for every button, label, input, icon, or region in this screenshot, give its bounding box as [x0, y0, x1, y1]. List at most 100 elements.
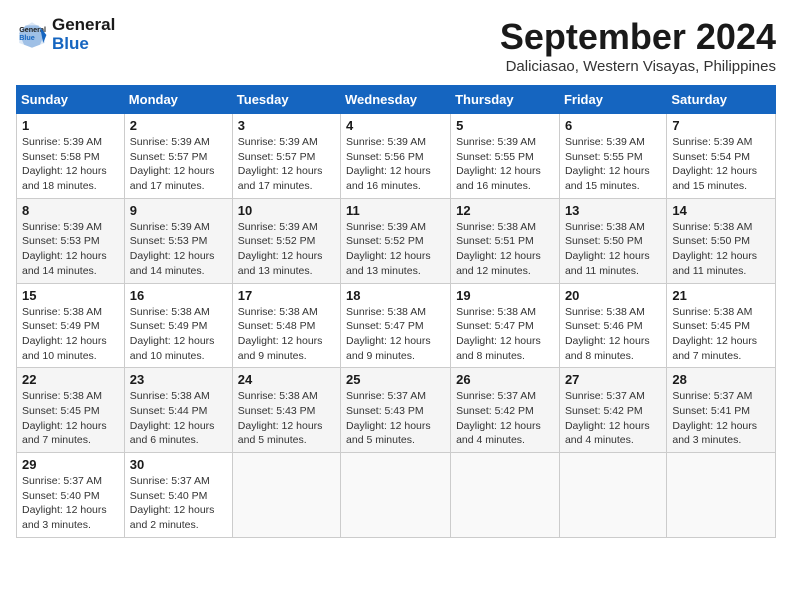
calendar-cell: 7Sunrise: 5:39 AMSunset: 5:54 PMDaylight…	[667, 114, 776, 199]
day-info: Sunrise: 5:39 AMSunset: 5:53 PMDaylight:…	[130, 220, 227, 279]
calendar-cell: 10 Sunrise: 5:39 AMSunset: 5:52 PMDayligh…	[232, 198, 340, 283]
day-info: Sunrise: 5:38 AMSunset: 5:45 PMDaylight:…	[672, 305, 770, 364]
day-number: 10	[238, 203, 335, 218]
day-info: Sunrise: 5:39 AMSunset: 5:56 PMDaylight:…	[346, 135, 445, 194]
day-number: 29	[22, 457, 119, 472]
day-number: 25	[346, 372, 445, 387]
day-number: 1	[22, 118, 119, 133]
day-number: 5	[456, 118, 554, 133]
page-header: General Blue General Blue September 2024…	[16, 16, 776, 75]
calendar-cell: 16Sunrise: 5:38 AMSunset: 5:49 PMDayligh…	[124, 283, 232, 368]
day-number: 23	[130, 372, 227, 387]
calendar-cell: 9 Sunrise: 5:39 AMSunset: 5:53 PMDaylight…	[124, 198, 232, 283]
day-info: Sunrise: 5:39 AMSunset: 5:55 PMDaylight:…	[456, 135, 554, 194]
calendar-cell: 2 Sunrise: 5:39 AMSunset: 5:57 PMDaylight…	[124, 114, 232, 199]
calendar-cell: 29 Sunrise: 5:37 AMSunset: 5:40 PMDayligh…	[17, 453, 125, 538]
day-number: 12	[456, 203, 554, 218]
calendar-cell	[341, 453, 451, 538]
day-info: Sunrise: 5:39 AMSunset: 5:52 PMDaylight:…	[238, 220, 335, 279]
month-title: September 2024	[500, 16, 776, 58]
day-number: 8	[22, 203, 119, 218]
day-number: 30	[130, 457, 227, 472]
calendar-header-row: Sunday Monday Tuesday Wednesday Thursday…	[17, 86, 776, 114]
calendar-cell: 22 Sunrise: 5:38 AMSunset: 5:45 PMDayligh…	[17, 368, 125, 453]
day-info: Sunrise: 5:38 AMSunset: 5:50 PMDaylight:…	[565, 220, 661, 279]
logo: General Blue General Blue	[16, 16, 115, 53]
day-number: 18	[346, 288, 445, 303]
calendar-week-row: 29 Sunrise: 5:37 AMSunset: 5:40 PMDayligh…	[17, 453, 776, 538]
calendar-cell	[667, 453, 776, 538]
calendar-cell: 20Sunrise: 5:38 AMSunset: 5:46 PMDayligh…	[559, 283, 666, 368]
col-tuesday: Tuesday	[232, 86, 340, 114]
day-number: 3	[238, 118, 335, 133]
calendar-cell	[232, 453, 340, 538]
day-number: 20	[565, 288, 661, 303]
calendar-cell: 13 Sunrise: 5:38 AMSunset: 5:50 PMDayligh…	[559, 198, 666, 283]
title-area: September 2024 Daliciasao, Western Visay…	[500, 16, 776, 75]
day-info: Sunrise: 5:37 AMSunset: 5:42 PMDaylight:…	[565, 389, 661, 448]
day-info: Sunrise: 5:38 AMSunset: 5:50 PMDaylight:…	[672, 220, 770, 279]
day-number: 11	[346, 203, 445, 218]
day-number: 9	[130, 203, 227, 218]
calendar-week-row: 22 Sunrise: 5:38 AMSunset: 5:45 PMDayligh…	[17, 368, 776, 453]
day-number: 16	[130, 288, 227, 303]
day-info: Sunrise: 5:37 AMSunset: 5:43 PMDaylight:…	[346, 389, 445, 448]
calendar-cell: 11 Sunrise: 5:39 AMSunset: 5:52 PMDayligh…	[341, 198, 451, 283]
day-number: 4	[346, 118, 445, 133]
calendar-cell: 1 Sunrise: 5:39 AMSunset: 5:58 PMDaylight…	[17, 114, 125, 199]
calendar-cell: 18Sunrise: 5:38 AMSunset: 5:47 PMDayligh…	[341, 283, 451, 368]
day-number: 13	[565, 203, 661, 218]
day-info: Sunrise: 5:37 AMSunset: 5:42 PMDaylight:…	[456, 389, 554, 448]
day-number: 24	[238, 372, 335, 387]
day-info: Sunrise: 5:37 AMSunset: 5:40 PMDaylight:…	[130, 474, 227, 533]
day-number: 21	[672, 288, 770, 303]
calendar-cell: 4 Sunrise: 5:39 AMSunset: 5:56 PMDaylight…	[341, 114, 451, 199]
calendar-week-row: 1 Sunrise: 5:39 AMSunset: 5:58 PMDaylight…	[17, 114, 776, 199]
day-info: Sunrise: 5:37 AMSunset: 5:41 PMDaylight:…	[672, 389, 770, 448]
calendar-cell: 14Sunrise: 5:38 AMSunset: 5:50 PMDayligh…	[667, 198, 776, 283]
calendar-week-row: 15 Sunrise: 5:38 AMSunset: 5:49 PMDayligh…	[17, 283, 776, 368]
day-number: 27	[565, 372, 661, 387]
day-number: 28	[672, 372, 770, 387]
calendar-cell: 27 Sunrise: 5:37 AMSunset: 5:42 PMDayligh…	[559, 368, 666, 453]
day-number: 17	[238, 288, 335, 303]
day-info: Sunrise: 5:38 AMSunset: 5:43 PMDaylight:…	[238, 389, 335, 448]
calendar-week-row: 8 Sunrise: 5:39 AMSunset: 5:53 PMDaylight…	[17, 198, 776, 283]
day-info: Sunrise: 5:38 AMSunset: 5:51 PMDaylight:…	[456, 220, 554, 279]
calendar-cell: 25 Sunrise: 5:37 AMSunset: 5:43 PMDayligh…	[341, 368, 451, 453]
day-number: 26	[456, 372, 554, 387]
svg-text:Blue: Blue	[19, 32, 35, 41]
day-info: Sunrise: 5:39 AMSunset: 5:58 PMDaylight:…	[22, 135, 119, 194]
day-info: Sunrise: 5:39 AMSunset: 5:57 PMDaylight:…	[130, 135, 227, 194]
col-sunday: Sunday	[17, 86, 125, 114]
day-info: Sunrise: 5:38 AMSunset: 5:45 PMDaylight:…	[22, 389, 119, 448]
day-info: Sunrise: 5:39 AMSunset: 5:55 PMDaylight:…	[565, 135, 661, 194]
day-info: Sunrise: 5:37 AMSunset: 5:40 PMDaylight:…	[22, 474, 119, 533]
calendar-cell: 12 Sunrise: 5:38 AMSunset: 5:51 PMDayligh…	[451, 198, 560, 283]
calendar-table: Sunday Monday Tuesday Wednesday Thursday…	[16, 85, 776, 538]
calendar-cell: 5 Sunrise: 5:39 AMSunset: 5:55 PMDaylight…	[451, 114, 560, 199]
day-number: 19	[456, 288, 554, 303]
day-info: Sunrise: 5:39 AMSunset: 5:52 PMDaylight:…	[346, 220, 445, 279]
col-thursday: Thursday	[451, 86, 560, 114]
calendar-cell	[451, 453, 560, 538]
calendar-cell: 3 Sunrise: 5:39 AMSunset: 5:57 PMDaylight…	[232, 114, 340, 199]
day-info: Sunrise: 5:39 AMSunset: 5:54 PMDaylight:…	[672, 135, 770, 194]
day-number: 15	[22, 288, 119, 303]
logo-blue: Blue	[52, 35, 115, 54]
day-number: 22	[22, 372, 119, 387]
calendar-cell	[559, 453, 666, 538]
day-info: Sunrise: 5:39 AMSunset: 5:57 PMDaylight:…	[238, 135, 335, 194]
day-number: 2	[130, 118, 227, 133]
col-monday: Monday	[124, 86, 232, 114]
calendar-cell: 8 Sunrise: 5:39 AMSunset: 5:53 PMDaylight…	[17, 198, 125, 283]
day-info: Sunrise: 5:38 AMSunset: 5:47 PMDaylight:…	[456, 305, 554, 364]
calendar-cell: 26 Sunrise: 5:37 AMSunset: 5:42 PMDayligh…	[451, 368, 560, 453]
calendar-cell: 23Sunrise: 5:38 AMSunset: 5:44 PMDayligh…	[124, 368, 232, 453]
logo-icon: General Blue	[16, 19, 48, 51]
col-wednesday: Wednesday	[341, 86, 451, 114]
day-info: Sunrise: 5:38 AMSunset: 5:49 PMDaylight:…	[22, 305, 119, 364]
calendar-cell: 15 Sunrise: 5:38 AMSunset: 5:49 PMDayligh…	[17, 283, 125, 368]
day-info: Sunrise: 5:39 AMSunset: 5:53 PMDaylight:…	[22, 220, 119, 279]
calendar-cell: 6Sunrise: 5:39 AMSunset: 5:55 PMDaylight…	[559, 114, 666, 199]
